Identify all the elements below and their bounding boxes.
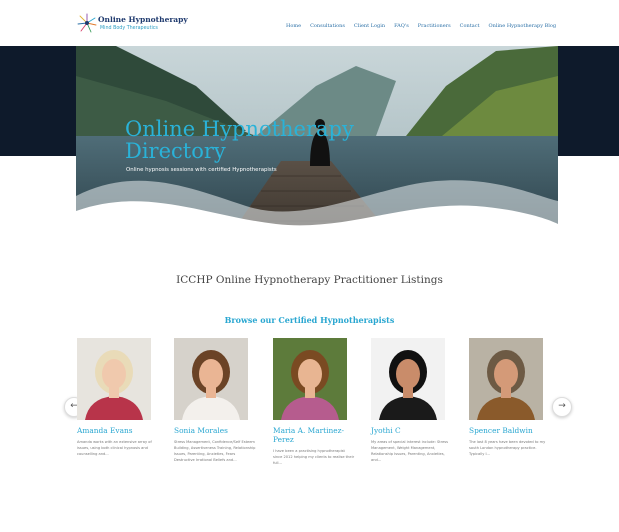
practitioner-name[interactable]: Jyothi C (371, 426, 453, 435)
practitioner-name[interactable]: Sonia Morales (174, 426, 256, 435)
brand-subtitle: Mind Body Therapeutics (100, 26, 158, 31)
nav-contact[interactable]: Contact (460, 23, 480, 29)
nav-blog[interactable]: Online Hypnotherapy Blog (489, 23, 557, 29)
practitioner-card[interactable]: Spencer Baldwin The last 8 years have be… (469, 338, 551, 457)
nav-consultations[interactable]: Consultations (310, 23, 345, 29)
practitioner-name[interactable]: Spencer Baldwin (469, 426, 551, 435)
portrait-image (273, 338, 347, 420)
browse-heading: Browse our Certified Hypnotherapists (224, 315, 395, 325)
portrait-image (371, 338, 445, 420)
practitioner-card[interactable]: Jyothi C My areas of special interest in… (371, 338, 453, 463)
hero-subtitle: Online hypnosis sessions with certified … (126, 167, 277, 173)
practitioner-bio: Amanda works with an extensive array of … (77, 440, 152, 456)
hero-banner: Online Hypnotherapy Directory Online hyp… (76, 46, 558, 241)
carousel-next-button[interactable]: → (552, 397, 572, 417)
practitioner-card[interactable]: Sonia Morales Stress Management, Confide… (174, 338, 256, 463)
practitioner-bio: Stress Management, Confidence/Self Estee… (174, 440, 256, 462)
portrait-image (77, 338, 151, 420)
chevron-right-icon: → (558, 401, 566, 411)
practitioner-bio: My areas of special interest include: St… (371, 440, 449, 462)
main-nav: Home Consultations Client Login FAQ's Pr… (286, 23, 565, 29)
nav-home[interactable]: Home (286, 23, 301, 29)
hero-title-line1: Online Hypnotherapy (125, 117, 354, 141)
practitioner-photo[interactable] (174, 338, 248, 420)
practitioner-photo[interactable] (77, 338, 151, 420)
nav-practitioners[interactable]: Practitioners (418, 23, 451, 29)
practitioner-name[interactable]: Amanda Evans (77, 426, 159, 435)
portrait-image (174, 338, 248, 420)
practitioner-photo[interactable] (469, 338, 543, 420)
hero-title: Online Hypnotherapy Directory (125, 118, 354, 162)
brand-title: Online Hypnotherapy (98, 15, 188, 24)
site-logo[interactable]: Online Hypnotherapy Mind Body Therapeuti… (76, 12, 188, 38)
nav-client-login[interactable]: Client Login (354, 23, 385, 29)
portrait-image (469, 338, 543, 420)
hero-title-line2: Directory (125, 139, 226, 163)
practitioner-bio: The last 8 years have been devoted to my… (469, 440, 546, 456)
practitioner-bio: I have been a practising hypnotherapist … (273, 449, 355, 465)
practitioner-photo[interactable] (273, 338, 347, 420)
practitioner-name[interactable]: Maria A. Martinez-Perez (273, 426, 355, 444)
listings-heading: ICCHP Online Hypnotherapy Practitioner L… (176, 274, 443, 286)
practitioner-photo[interactable] (371, 338, 445, 420)
site-header: Online Hypnotherapy Mind Body Therapeuti… (0, 0, 619, 46)
nav-faqs[interactable]: FAQ's (394, 23, 409, 29)
practitioner-card[interactable]: Maria A. Martinez-Perez I have been a pr… (273, 338, 355, 466)
practitioner-card[interactable]: Amanda Evans Amanda works with an extens… (77, 338, 159, 457)
sparkle-logo-icon (77, 13, 97, 33)
